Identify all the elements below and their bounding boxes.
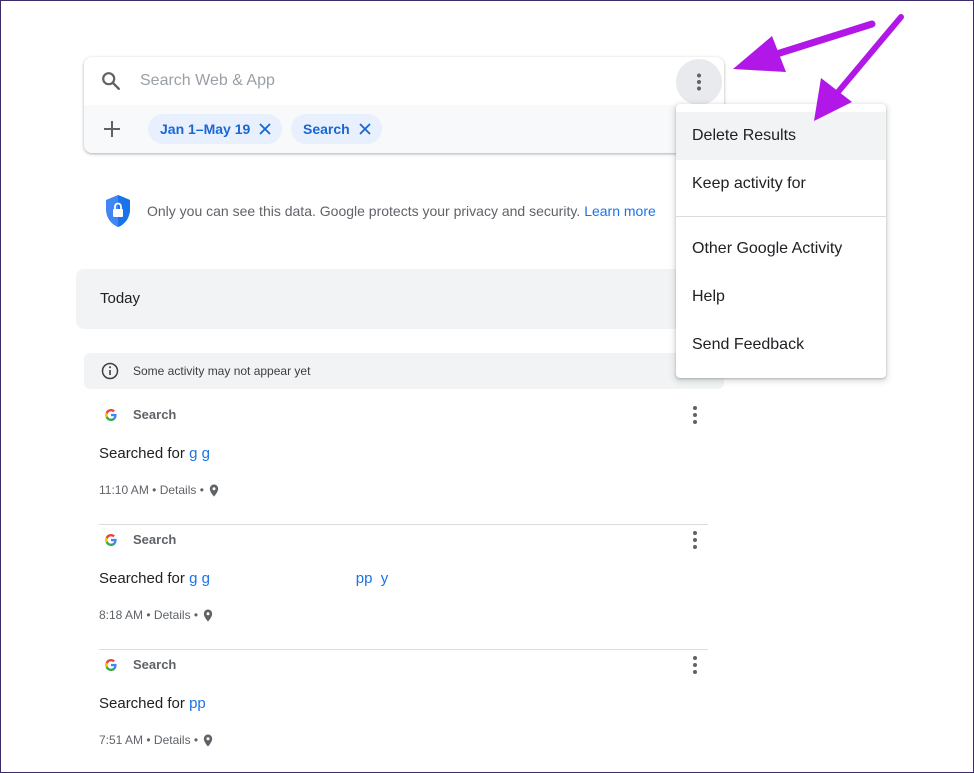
menu-item-delete-results[interactable]: Delete Results	[676, 112, 886, 160]
notice-text: Some activity may not appear yet	[133, 364, 311, 378]
menu-item-keep-activity[interactable]: Keep activity for	[676, 160, 886, 208]
learn-more-link[interactable]: Learn more	[584, 203, 656, 219]
activity-meta: 7:51 AM • Details •	[99, 733, 213, 747]
more-options-button[interactable]	[676, 59, 722, 105]
product-filter-chip[interactable]: Search	[291, 114, 382, 144]
location-pin-icon[interactable]	[209, 484, 219, 497]
activity-meta: 11:10 AM • Details •	[99, 483, 219, 497]
menu-item-other-google-activity[interactable]: Other Google Activity	[676, 225, 886, 273]
activity-item: Search Searched for g g pp y 8:18 AM • D…	[99, 525, 708, 650]
more-vert-icon[interactable]	[687, 404, 703, 426]
activity-time: 8:18 AM	[99, 608, 144, 622]
shield-lock-icon	[106, 195, 130, 227]
privacy-text: Only you can see this data. Google prote…	[147, 203, 656, 219]
search-card: Jan 1–May 19 Search	[84, 57, 724, 153]
search-input[interactable]	[140, 67, 660, 95]
close-icon[interactable]	[358, 122, 372, 136]
menu-item-label: Send Feedback	[692, 336, 805, 353]
searched-for-label: Searched for	[99, 445, 185, 462]
more-options-menu: Delete Results Keep activity for Other G…	[676, 104, 886, 378]
google-g-icon	[105, 658, 117, 671]
searched-for-label: Searched for	[99, 570, 185, 587]
activity-time: 7:51 AM	[99, 733, 144, 747]
menu-item-label: Keep activity for	[692, 175, 806, 192]
today-section-header: Today	[76, 269, 724, 329]
search-summary: Searched for pp	[99, 695, 206, 712]
menu-item-label: Other Google Activity	[692, 240, 843, 257]
more-vert-icon	[697, 73, 701, 91]
google-g-icon	[105, 533, 117, 546]
location-pin-icon[interactable]	[203, 734, 213, 747]
searched-for-label: Searched for	[99, 695, 185, 712]
search-summary: Searched for g g	[99, 445, 210, 462]
search-icon[interactable]	[100, 70, 122, 92]
info-icon	[101, 362, 119, 380]
menu-item-label: Delete Results	[692, 127, 797, 144]
details-link[interactable]: Details	[154, 608, 191, 622]
menu-divider	[676, 216, 886, 217]
menu-item-help[interactable]: Help	[676, 273, 886, 321]
details-link[interactable]: Details	[160, 483, 197, 497]
close-icon[interactable]	[258, 122, 272, 136]
product-label: Search	[133, 407, 177, 422]
search-row	[84, 57, 724, 105]
chip-label: Jan 1–May 19	[160, 121, 251, 137]
query-link[interactable]: g g pp y	[189, 570, 388, 587]
activity-meta: 8:18 AM • Details •	[99, 608, 213, 622]
query-link[interactable]: pp	[189, 695, 206, 712]
more-vert-icon[interactable]	[687, 529, 703, 551]
today-label: Today	[100, 290, 141, 307]
activity-item: Search Searched for pp 7:51 AM • Details…	[99, 650, 708, 773]
google-g-icon	[105, 408, 117, 421]
product-label: Search	[133, 657, 177, 672]
filter-chips-row: Jan 1–May 19 Search	[84, 105, 724, 153]
more-vert-icon[interactable]	[687, 654, 703, 676]
product-label: Search	[133, 532, 177, 547]
chip-label: Search	[303, 121, 350, 137]
activity-notice-bar: Some activity may not appear yet	[84, 353, 724, 389]
location-pin-icon[interactable]	[203, 609, 213, 622]
menu-item-label: Help	[692, 288, 725, 305]
annotation-arrow	[733, 20, 876, 72]
add-icon[interactable]	[100, 117, 124, 141]
query-link[interactable]: g g	[189, 445, 210, 462]
details-link[interactable]: Details	[154, 733, 191, 747]
search-summary: Searched for g g pp y	[99, 570, 388, 587]
menu-item-send-feedback[interactable]: Send Feedback	[676, 321, 886, 369]
activity-item: Search Searched for g g 11:10 AM • Detai…	[99, 400, 708, 525]
privacy-notice: Only you can see this data. Google prote…	[104, 193, 656, 229]
activity-time: 11:10 AM	[99, 483, 149, 497]
date-filter-chip[interactable]: Jan 1–May 19	[148, 114, 283, 144]
